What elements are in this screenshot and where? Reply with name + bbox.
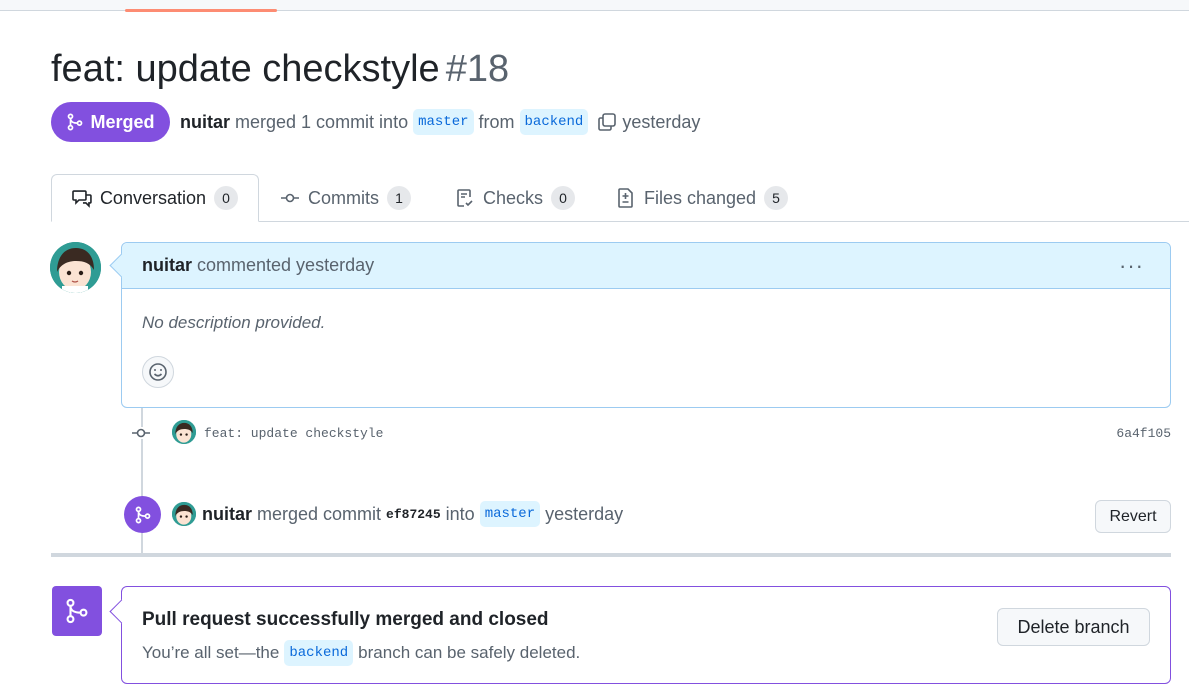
tab-label: Checks [483, 187, 544, 208]
avatar-image [50, 242, 101, 293]
tab-counter: 5 [764, 186, 789, 210]
kebab-horizontal-icon[interactable]: ··· [1119, 253, 1144, 279]
merge-avatar[interactable] [172, 502, 196, 526]
timeline-divider [51, 553, 1171, 557]
merged-box-pointer [109, 599, 134, 624]
git-commit-icon [132, 427, 150, 439]
merged-status-subtitle: You’re all set—the backend branch can be… [142, 639, 580, 667]
checklist-icon [457, 189, 473, 207]
active-nav-underline [125, 9, 277, 12]
git-commit-icon [281, 193, 299, 203]
commit-sha-link[interactable]: 6a4f105 [1116, 426, 1171, 441]
page-title: feat: update checkstyle #18 [51, 44, 509, 94]
comment-body: No description provided. [142, 313, 326, 332]
pr-author-link[interactable]: nuitar [180, 112, 230, 133]
pr-title-text: feat: update checkstyle [51, 48, 440, 90]
commit-avatar[interactable] [172, 420, 196, 444]
merge-event-text: nuitar merged commit ef87245 into master… [202, 500, 623, 528]
add-reaction-button[interactable] [142, 356, 174, 388]
merged-status-box: Pull request successfully merged and clo… [109, 586, 1171, 684]
delete-branch-button[interactable]: Delete branch [997, 608, 1150, 646]
git-merge-icon [135, 506, 150, 523]
tab-files-changed[interactable]: Files changed 5 [616, 174, 789, 222]
head-branch-label[interactable]: backend [519, 109, 589, 135]
tab-commits[interactable]: Commits 1 [280, 174, 411, 222]
tab-checks[interactable]: Checks 0 [455, 174, 576, 222]
merged-sub-after: branch can be safely deleted. [358, 643, 581, 662]
comment-action: commented yesterday [197, 255, 375, 275]
pr-number: #18 [445, 48, 510, 90]
git-merge-icon [68, 113, 83, 131]
avatar-image [172, 420, 196, 444]
deletable-branch-label[interactable]: backend [284, 640, 354, 666]
merge-author-link[interactable]: nuitar [202, 504, 252, 525]
merged-state-badge: Merged [51, 102, 170, 142]
comment-discussion-icon [72, 190, 92, 208]
merge-action: merged commit [257, 503, 382, 524]
tab-label: Commits [308, 187, 379, 208]
tab-label: Files changed [644, 187, 757, 208]
merged-text: merged 1 commit into [235, 111, 409, 132]
comment-box: nuitar commented yesterday ··· No descri… [109, 242, 1171, 408]
tab-counter: 0 [551, 186, 576, 210]
tab-counter: 0 [214, 186, 238, 210]
smiley-icon [149, 363, 167, 381]
pr-meta: nuitar merged 1 commit into master from … [180, 108, 700, 136]
from-text: from [478, 111, 515, 132]
merged-status-icon-box [52, 586, 102, 636]
file-diff-icon [618, 188, 633, 208]
comment-author-link[interactable]: nuitar [142, 255, 192, 276]
tab-counter: 1 [387, 186, 411, 210]
comment-header: nuitar commented yesterday [122, 243, 1170, 289]
copy-icon[interactable] [597, 112, 617, 132]
avatar[interactable] [50, 242, 101, 293]
base-branch-label[interactable]: master [413, 109, 474, 135]
merge-time: yesterday [545, 503, 624, 524]
pr-time: yesterday [622, 111, 701, 132]
tab-label: Conversation [99, 187, 206, 208]
merged-sub-before: You’re all set—the [142, 643, 280, 662]
state-label: Merged [90, 111, 155, 132]
merge-branch-label[interactable]: master [479, 501, 541, 527]
avatar-image [172, 502, 196, 526]
git-merge-icon [66, 598, 88, 624]
into-text: into [445, 503, 475, 524]
revert-button[interactable]: Revert [1095, 500, 1171, 533]
commit-message-link[interactable]: feat: update checkstyle [204, 426, 383, 441]
merge-event-badge [124, 496, 161, 533]
merge-sha-link[interactable]: ef87245 [386, 507, 441, 522]
merged-status-title: Pull request successfully merged and clo… [142, 609, 549, 630]
tab-conversation[interactable]: Conversation 0 [51, 174, 259, 222]
